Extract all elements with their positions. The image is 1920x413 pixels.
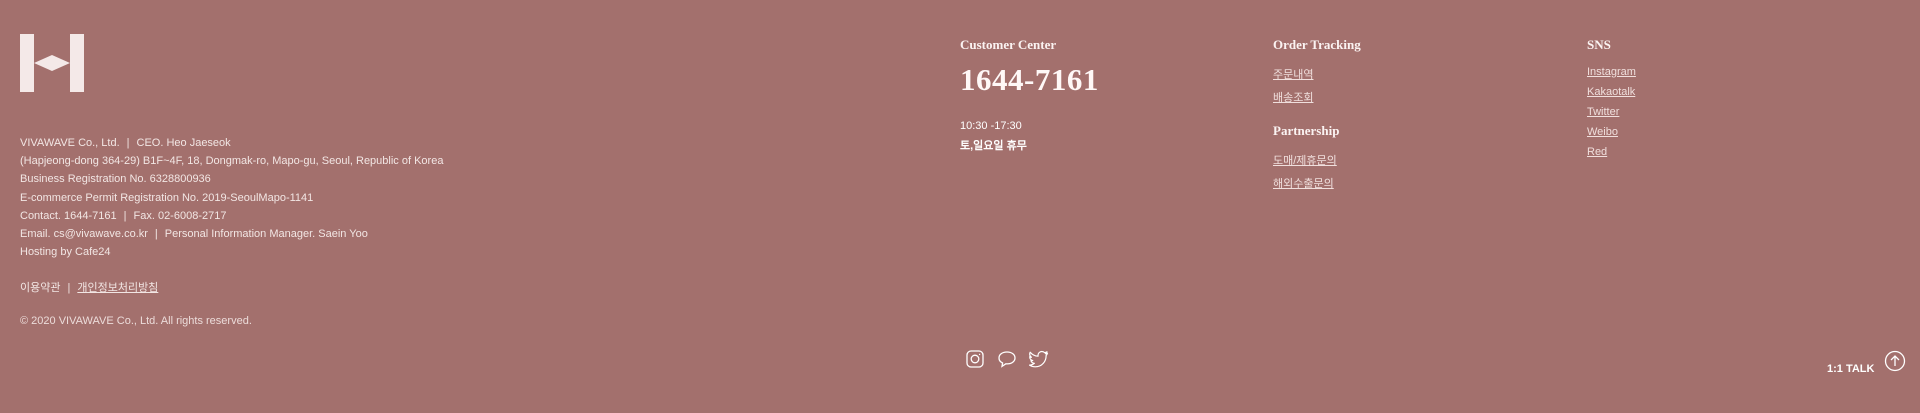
legal-links: 이용약관 | 개인정보처리방침 <box>20 279 158 295</box>
social-icons <box>965 349 1049 369</box>
company-name-line: VIVAWAVE Co., Ltd. | CEO. Heo Jaeseok <box>20 134 443 152</box>
wholesale-inquiry-link[interactable]: 도매/제휴문의 <box>1273 152 1361 168</box>
privacy-policy-link[interactable]: 개인정보처리방침 <box>77 282 158 294</box>
one-to-one-talk-button[interactable]: 1:1 TALK <box>1827 363 1874 375</box>
customer-center: Customer Center 1644-7161 10:30 -17:30 토… <box>960 37 1099 156</box>
company-name: VIVAWAVE Co., Ltd. <box>20 137 120 149</box>
separator: | <box>154 228 158 241</box>
email-line: Email. cs@vivawave.co.kr | Personal Inform… <box>20 225 443 243</box>
separator: | <box>126 137 130 149</box>
sns-link-kakaotalk[interactable]: Kakaotalk <box>1587 86 1636 98</box>
customer-center-hours-block: 10:30 -17:30 토,일요일 휴무 <box>960 116 1099 156</box>
sns-link-weibo[interactable]: Weibo <box>1587 126 1636 138</box>
hosting-info: Hosting by Cafe24 <box>20 246 111 259</box>
speech-bubble-icon[interactable] <box>997 349 1017 369</box>
contact-email: Email. cs@vivawave.co.kr <box>20 228 148 241</box>
separator: | <box>123 209 127 222</box>
site-footer: VIVAWAVE Co., Ltd. | CEO. Heo Jaeseok (Hap… <box>0 0 1920 413</box>
order-tracking-title: Order Tracking <box>1273 37 1361 52</box>
contact-line: Contact. 1644-7161 | Fax. 02-6008-2717 <box>20 207 443 225</box>
scroll-to-top-button[interactable] <box>1884 350 1906 372</box>
arrow-up-icon <box>1884 350 1906 372</box>
company-address: (Hapjeong-dong 364-29) B1F~4F, 18, Dongm… <box>20 155 444 168</box>
instagram-icon[interactable] <box>965 349 985 369</box>
order-tracking: Order Tracking 주문내역 배송조회 Partnership 도매/… <box>1273 37 1361 198</box>
ceo-name: CEO. Heo Jaeseok <box>136 137 231 149</box>
customer-center-phone: 1644-7161 <box>960 62 1099 97</box>
delivery-tracking-link[interactable]: 배송조회 <box>1273 89 1361 105</box>
sns-title: SNS <box>1587 37 1611 52</box>
customer-center-closed: 토,일요일 휴무 <box>960 140 1027 152</box>
order-history-link[interactable]: 주문내역 <box>1273 66 1361 82</box>
contact-phone: Contact. 1644-7161 <box>20 209 117 222</box>
copyright: © 2020 VIVAWAVE Co., Ltd. All rights res… <box>20 315 252 327</box>
partnership-title: Partnership <box>1273 123 1340 138</box>
twitter-icon[interactable] <box>1029 349 1049 369</box>
company-info: VIVAWAVE Co., Ltd. | CEO. Heo Jaeseok (Hap… <box>20 134 443 261</box>
terms-link[interactable]: 이용약관 <box>20 282 60 294</box>
export-inquiry-link[interactable]: 해외수출문의 <box>1273 175 1361 191</box>
business-registration: Business Registration No. 6328800936 <box>20 173 211 186</box>
customer-center-hours: 10:30 -17:30 <box>960 120 1022 132</box>
sns: SNS Instagram Kakaotalk Twitter Weibo Re… <box>1587 37 1636 166</box>
sns-link-red[interactable]: Red <box>1587 146 1636 158</box>
sns-link-instagram[interactable]: Instagram <box>1587 66 1636 78</box>
customer-center-title: Customer Center <box>960 37 1057 52</box>
separator: | <box>67 282 71 294</box>
contact-fax: Fax. 02-6008-2717 <box>133 209 227 222</box>
ecommerce-registration: E-commerce Permit Registration No. 2019-… <box>20 191 314 204</box>
privacy-manager: Personal Information Manager. Saein Yoo <box>164 228 368 241</box>
sns-link-twitter[interactable]: Twitter <box>1587 106 1636 118</box>
brand-logo[interactable] <box>20 34 84 92</box>
